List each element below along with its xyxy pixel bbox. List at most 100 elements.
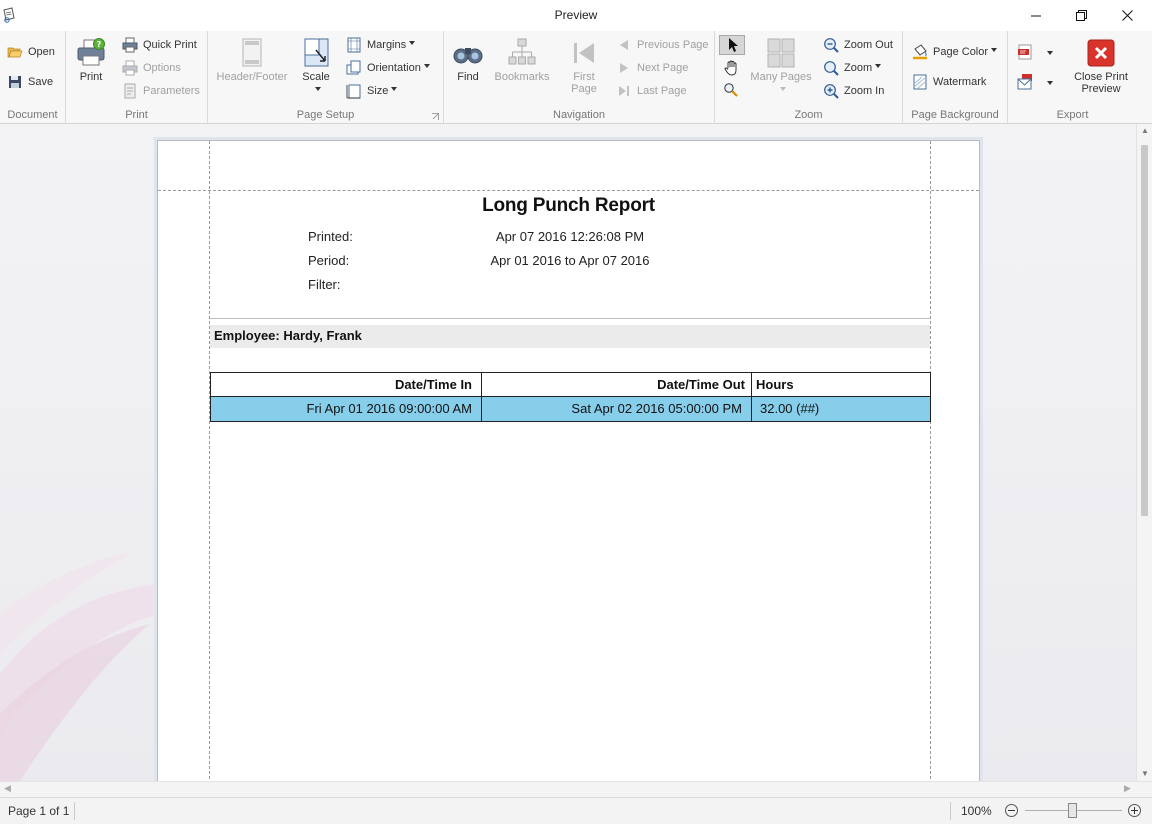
many-pages-dropdown-icon bbox=[779, 87, 786, 92]
orientation-button[interactable]: Orientation bbox=[346, 58, 430, 78]
open-button[interactable]: Open bbox=[7, 42, 55, 62]
margins-button[interactable]: Margins bbox=[346, 35, 416, 55]
printer-icon: ? bbox=[77, 38, 105, 66]
page-color-label: Page Color bbox=[933, 46, 989, 58]
email-pdf-dropdown-icon bbox=[1047, 81, 1053, 85]
navigation-group-label: Navigation bbox=[553, 109, 605, 121]
status-bar: Page 1 of 1 100% bbox=[0, 797, 1152, 824]
quick-print-button[interactable]: Quick Print bbox=[122, 35, 197, 55]
print-button[interactable]: ? Print bbox=[72, 37, 110, 83]
print-group: ? Print Quick Print Options Parameters P… bbox=[66, 31, 208, 123]
column-header-hours: Hours bbox=[756, 377, 794, 392]
save-button[interactable]: Save bbox=[7, 72, 53, 92]
close-window-button[interactable] bbox=[1104, 0, 1150, 30]
page-setup-group-label: Page Setup bbox=[296, 109, 355, 121]
parameters-button[interactable]: Parameters bbox=[122, 81, 200, 101]
zoom-slider-thumb[interactable] bbox=[1068, 803, 1077, 818]
zoom-out-slider-button[interactable] bbox=[1005, 804, 1018, 817]
options-icon bbox=[122, 60, 138, 76]
scroll-down-icon[interactable]: ▼ bbox=[1141, 769, 1149, 778]
printed-label: Printed: bbox=[308, 229, 353, 244]
email-pdf-button[interactable] bbox=[1017, 73, 1062, 91]
next-page-button[interactable]: Next Page bbox=[616, 58, 688, 78]
open-label: Open bbox=[28, 46, 55, 58]
first-page-icon bbox=[574, 43, 594, 63]
size-dropdown-icon bbox=[391, 87, 398, 91]
many-pages-button[interactable]: Many Pages bbox=[749, 37, 813, 95]
left-margin-guide bbox=[209, 141, 210, 799]
bookmarks-button[interactable]: Bookmarks bbox=[494, 37, 550, 83]
page-color-icon bbox=[913, 44, 927, 60]
options-button[interactable]: Options bbox=[122, 58, 181, 78]
title-bar: Preview bbox=[0, 0, 1152, 31]
minimize-button[interactable] bbox=[1013, 0, 1059, 30]
status-separator bbox=[950, 802, 951, 820]
parameters-label: Parameters bbox=[143, 85, 200, 97]
restore-button[interactable] bbox=[1058, 0, 1104, 30]
cell-date-in: Fri Apr 01 2016 09:00:00 AM bbox=[306, 401, 473, 416]
page-setup-group: Header/Footer Scale Margins Orientation … bbox=[208, 31, 444, 123]
many-pages-icon bbox=[767, 38, 795, 68]
minimize-icon bbox=[1030, 15, 1041, 16]
size-button[interactable]: Size bbox=[346, 81, 398, 101]
next-page-label: Next Page bbox=[637, 62, 689, 74]
page-background-group-label: Page Background bbox=[911, 109, 999, 121]
zoom-percentage: 100% bbox=[961, 804, 992, 818]
hand-tool-button[interactable] bbox=[723, 59, 743, 79]
many-pages-label: Many Pages bbox=[750, 71, 812, 83]
zoom-group-label: Zoom bbox=[794, 109, 823, 121]
size-label: Size bbox=[367, 85, 389, 97]
previous-page-icon bbox=[620, 40, 628, 50]
zoom-label: Zoom bbox=[844, 62, 873, 74]
margins-dropdown-icon bbox=[409, 41, 416, 45]
email-pdf-icon bbox=[1017, 74, 1032, 90]
print-group-label: Print bbox=[125, 109, 148, 121]
export-pdf-button[interactable] bbox=[1017, 43, 1062, 61]
options-label: Options bbox=[143, 62, 181, 74]
margins-label: Margins bbox=[367, 39, 407, 51]
close-print-preview-button[interactable]: Close Print Preview bbox=[1068, 37, 1134, 95]
horizontal-scrollbar[interactable]: ◀ ▶ bbox=[0, 781, 1152, 797]
next-page-icon bbox=[620, 63, 628, 73]
watermark-icon bbox=[913, 74, 927, 90]
window-title: Preview bbox=[554, 8, 598, 22]
pointer-tool-button[interactable] bbox=[719, 35, 745, 55]
header-footer-button[interactable]: Header/Footer bbox=[214, 37, 290, 83]
page-color-dropdown-icon bbox=[991, 48, 998, 52]
last-page-button[interactable]: Last Page bbox=[616, 81, 687, 101]
scale-label: Scale bbox=[302, 71, 330, 83]
scroll-left-icon[interactable]: ◀ bbox=[4, 783, 11, 794]
previous-page-button[interactable]: Previous Page bbox=[616, 35, 709, 55]
right-margin-guide bbox=[930, 141, 931, 799]
document-group-label: Document bbox=[7, 109, 58, 121]
zoom-dropdown-button[interactable]: Zoom bbox=[823, 58, 882, 78]
zoom-in-slider-button[interactable] bbox=[1128, 804, 1141, 817]
scroll-up-icon[interactable]: ▲ bbox=[1141, 126, 1149, 135]
find-button[interactable]: Find bbox=[450, 37, 486, 83]
period-value: Apr 01 2016 to Apr 07 2016 bbox=[490, 253, 650, 268]
column-header-date-in: Date/Time In bbox=[394, 377, 472, 392]
zoom-in-icon bbox=[824, 84, 839, 99]
zoom-out-button[interactable]: Zoom Out bbox=[823, 35, 893, 55]
orientation-label: Orientation bbox=[367, 62, 421, 74]
watermark-button[interactable]: Watermark bbox=[912, 72, 986, 92]
watermark-label: Watermark bbox=[933, 76, 987, 88]
vertical-scrollbar[interactable]: ▲ ▼ bbox=[1136, 124, 1152, 781]
close-print-preview-label: Close Print Preview bbox=[1074, 71, 1128, 95]
svg-text:?: ? bbox=[97, 40, 102, 49]
page-setup-launcher-icon[interactable] bbox=[432, 113, 439, 120]
cell-date-out: Sat Apr 02 2016 05:00:00 PM bbox=[571, 401, 742, 416]
vertical-scroll-thumb[interactable] bbox=[1141, 145, 1148, 516]
zoom-in-button[interactable]: Zoom In bbox=[823, 81, 884, 101]
page-color-button[interactable]: Page Color bbox=[912, 42, 998, 62]
margins-icon bbox=[347, 37, 361, 53]
magnifier-tool-button[interactable] bbox=[723, 82, 743, 102]
zoom-group: Many Pages Zoom Out Zoom Zoom In Zoom bbox=[715, 31, 903, 123]
last-page-label: Last Page bbox=[637, 85, 687, 97]
first-page-button[interactable]: First Page bbox=[566, 37, 602, 95]
scale-button[interactable]: Scale bbox=[298, 37, 334, 95]
page-background-group: Page Color Watermark Page Background bbox=[903, 31, 1008, 123]
scroll-right-icon[interactable]: ▶ bbox=[1124, 783, 1131, 794]
hand-icon bbox=[724, 60, 737, 76]
close-preview-icon bbox=[1087, 39, 1115, 67]
